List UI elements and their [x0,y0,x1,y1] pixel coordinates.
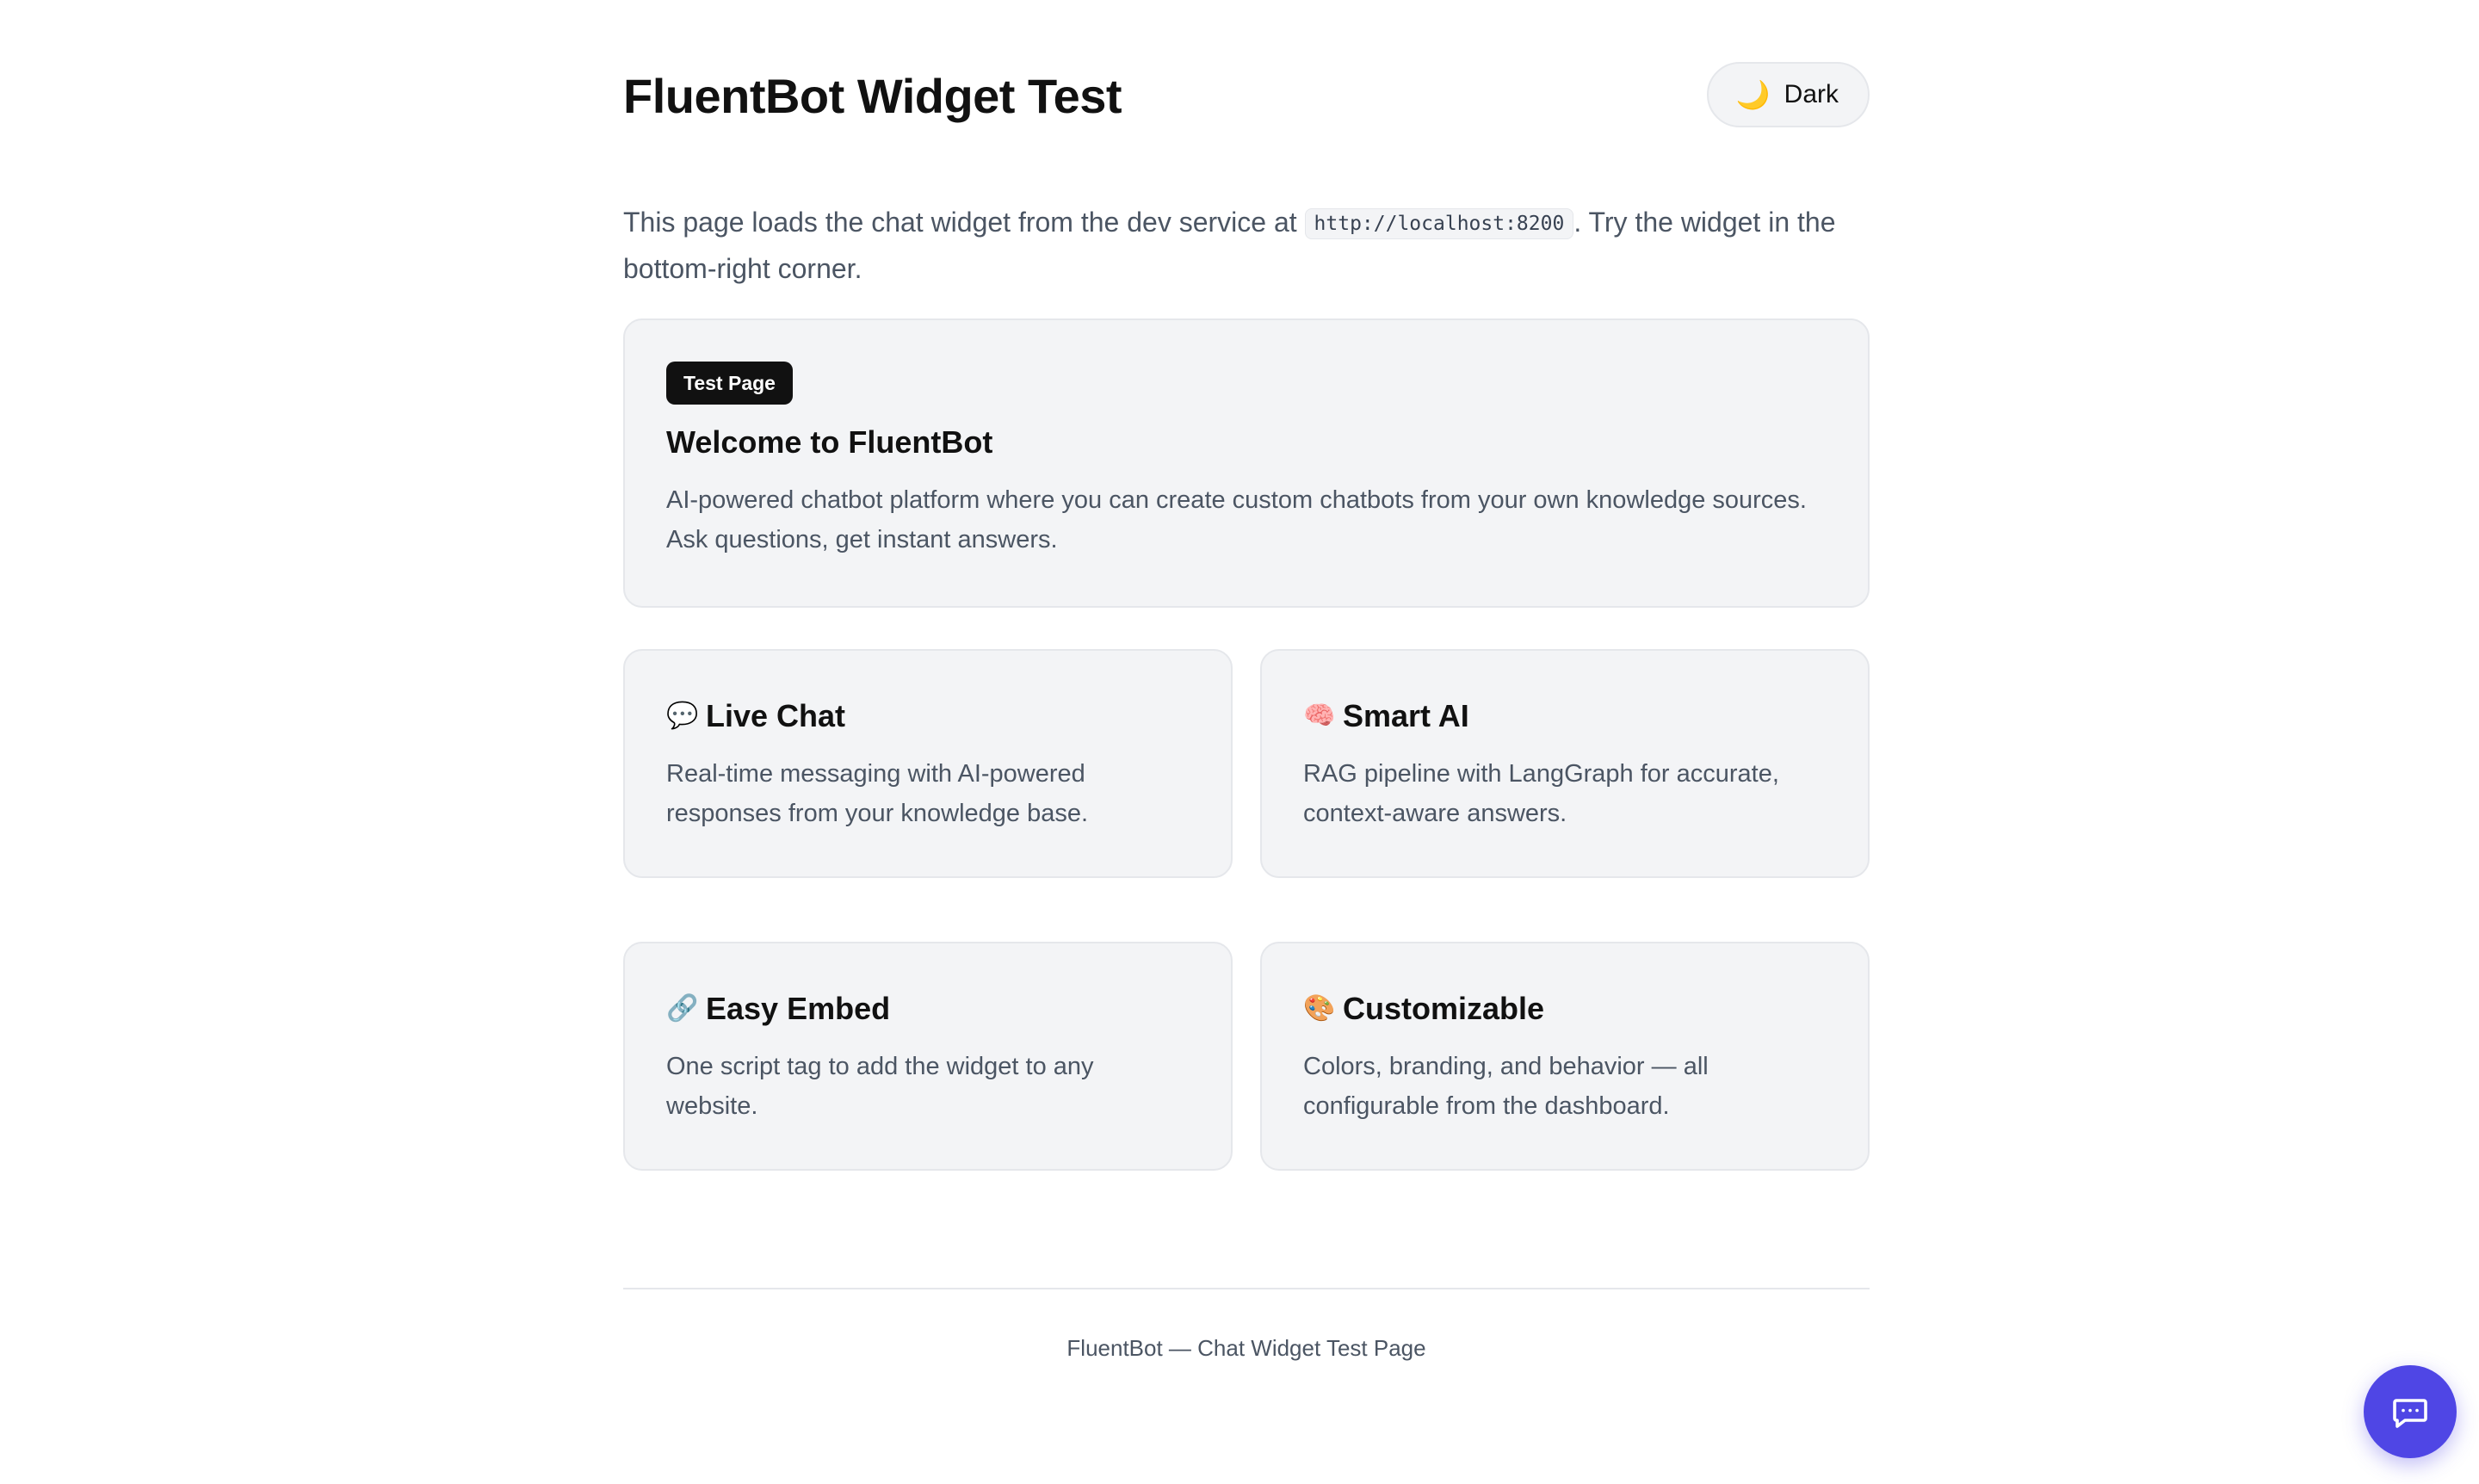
feature-title-smart-ai: 🧠 Smart AI [1303,697,1827,735]
dark-mode-toggle-button[interactable]: 🌙 Dark [1706,62,1870,127]
intro-text-before: This page loads the chat widget from the… [623,207,1305,238]
footer-divider [623,1288,1870,1289]
welcome-description: AI-powered chatbot platform where you ca… [666,486,1807,553]
test-page-badge: Test Page [666,362,793,405]
feature-title-customizable: 🎨 Customizable [1303,990,1827,1028]
brain-icon: 🧠 [1303,702,1336,730]
feature-description: Real-time messaging with AI-powered resp… [666,760,1089,827]
feature-title-easy-embed: 🔗 Easy Embed [666,990,1190,1028]
feature-title-live-chat: 💬 Live Chat [666,697,1190,735]
welcome-heading: Welcome to FluentBot [666,424,993,460]
feature-title-text: Live Chat [706,698,846,733]
palette-icon: 🎨 [1303,994,1336,1023]
speech-bubble-icon: 💬 [666,702,699,730]
feature-description: One script tag to add the widget to any … [666,1053,1094,1120]
dev-service-url: http://localhost:8200 [1304,208,1574,239]
feature-card-easy-embed: 🔗 Easy Embed One script tag to add the w… [623,942,1233,1171]
dark-mode-toggle-label: Dark [1784,80,1839,108]
page-header: FluentBot Widget Test 🌙 Dark [623,62,1870,131]
chat-widget-launcher-button[interactable] [2364,1365,2457,1458]
feature-card-smart-ai: 🧠 Smart AI RAG pipeline with LangGraph f… [1260,649,1870,878]
chat-icon [2393,1399,2427,1428]
moon-icon: 🌙 [1735,79,1771,110]
link-icon: 🔗 [666,994,699,1023]
feature-description: Colors, branding, and behavior — all con… [1303,1053,1709,1120]
feature-title-text: Smart AI [1343,698,1469,733]
feature-card-live-chat: 💬 Live Chat Real-time messaging with AI-… [623,649,1233,878]
page-title: FluentBot Widget Test [623,69,1122,123]
feature-card-customizable: 🎨 Customizable Colors, branding, and beh… [1260,942,1870,1171]
page-footer: FluentBot — Chat Widget Test Page [1066,1335,1426,1361]
feature-description: RAG pipeline with LangGraph for accurate… [1303,760,1779,827]
welcome-card: Test Page Welcome to FluentBot AI-powere… [623,318,1870,608]
feature-title-text: Easy Embed [706,991,891,1026]
intro-text: This page loads the chat widget from the… [623,200,1870,291]
feature-title-text: Customizable [1343,991,1545,1026]
